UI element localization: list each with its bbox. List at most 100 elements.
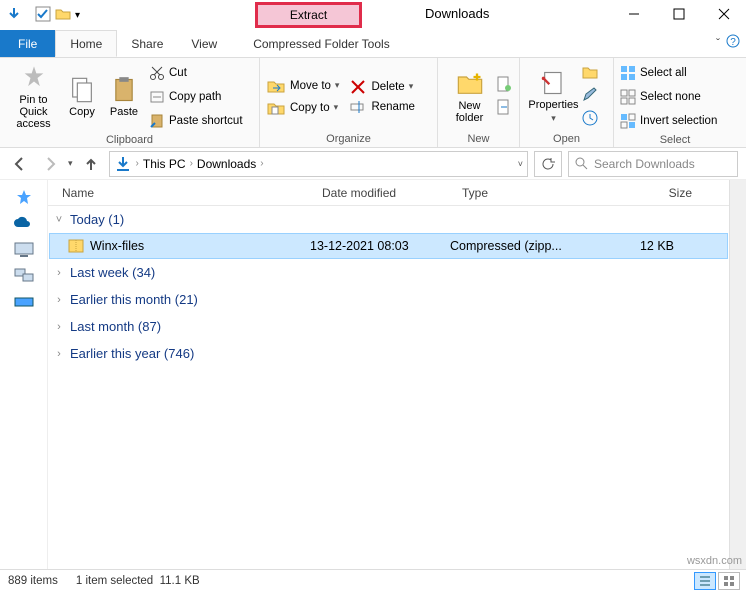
select-none-button[interactable]: Select none: [620, 86, 717, 108]
tab-view[interactable]: View: [177, 30, 231, 57]
forward-button[interactable]: [38, 155, 62, 173]
rename-button[interactable]: Rename: [349, 98, 414, 116]
network-icon[interactable]: [13, 266, 35, 284]
pin-to-quick-access-button[interactable]: Pin to Quick access: [6, 64, 61, 130]
crumb-folder[interactable]: Downloads: [197, 157, 256, 171]
new-item-icon[interactable]: [495, 75, 513, 96]
col-size[interactable]: Size: [612, 186, 692, 200]
pin-label: Pin to Quick access: [6, 94, 61, 130]
properties-button[interactable]: Properties▾: [526, 69, 581, 124]
group-last-month[interactable]: ›Last month (87): [48, 313, 729, 340]
copy-label: Copy: [69, 106, 95, 118]
minimize-button[interactable]: [611, 0, 656, 28]
file-date: 13-12-2021 08:03: [310, 239, 450, 253]
ribbon: Pin to Quick access Copy Paste Cut Copy …: [0, 58, 746, 148]
down-arrow-icon[interactable]: [6, 6, 22, 25]
folder-icon[interactable]: [55, 6, 71, 25]
status-bar: 889 items 1 item selected 11.1 KB: [0, 569, 746, 591]
group-today[interactable]: ˅Today (1): [48, 206, 729, 233]
pasteshortcut-label: Paste shortcut: [169, 115, 243, 127]
easy-access-icon[interactable]: [495, 98, 513, 119]
group-open-label: Open: [526, 131, 607, 145]
quick-access-icon[interactable]: [13, 188, 35, 206]
invert-label: Invert selection: [640, 115, 717, 127]
file-row-selected[interactable]: Winx-files 13-12-2021 08:03 Compressed (…: [49, 233, 728, 259]
recent-dropdown-icon[interactable]: ▾: [68, 158, 73, 169]
copy-path-button[interactable]: Copy path: [149, 86, 243, 108]
copy-button[interactable]: Copy: [61, 76, 103, 118]
refresh-button[interactable]: [534, 151, 562, 177]
maximize-button[interactable]: [656, 0, 701, 28]
downloads-icon: [114, 155, 132, 173]
close-button[interactable]: [701, 0, 746, 28]
rename-label: Rename: [371, 101, 414, 113]
tab-file[interactable]: File: [0, 30, 55, 57]
crumb-dropdown-icon[interactable]: ˅: [518, 159, 523, 169]
ribbon-tabs: File Home Share View Compressed Folder T…: [0, 30, 746, 58]
group-lastweek[interactable]: › Last week (34): [48, 259, 729, 286]
copypath-label: Copy path: [169, 91, 221, 103]
new-folder-button[interactable]: New folder: [444, 70, 495, 124]
search-placeholder: Search Downloads: [594, 157, 695, 171]
group-label: Today (1): [70, 212, 124, 227]
status-item-count: 889 items: [8, 575, 58, 587]
back-button[interactable]: [8, 155, 32, 173]
status-size: 11.1 KB: [160, 575, 200, 587]
open-icon[interactable]: [581, 63, 599, 84]
up-button[interactable]: [79, 155, 103, 173]
group-organize-label: Organize: [266, 131, 431, 145]
help-icon[interactable]: ?: [726, 34, 740, 51]
col-name[interactable]: Name: [62, 186, 322, 200]
onedrive-icon[interactable]: [13, 214, 35, 232]
paste-button[interactable]: Paste: [103, 76, 145, 118]
file-type: Compressed (zipp...: [450, 239, 600, 253]
group-label: Last week (34): [70, 265, 155, 280]
select-all-button[interactable]: Select all: [620, 62, 717, 84]
file-name: Winx-files: [90, 239, 144, 253]
move-to-button[interactable]: Move to▾: [266, 76, 339, 96]
paste-shortcut-button[interactable]: Paste shortcut: [149, 110, 243, 132]
collapse-ribbon-icon[interactable]: ˇ: [716, 36, 720, 50]
copyto-label: Copy to: [290, 102, 330, 114]
newfolder-label: New folder: [444, 100, 495, 124]
search-input[interactable]: Search Downloads: [568, 151, 738, 177]
file-size: 12 KB: [600, 239, 680, 253]
address-bar: ▾ › This PC › Downloads › ˅ Search Downl…: [0, 148, 746, 180]
navigation-pane[interactable]: [0, 180, 48, 569]
status-selected: 1 item selected: [76, 575, 153, 587]
qat-dropdown-icon[interactable]: ▾: [75, 10, 80, 21]
invert-selection-button[interactable]: Invert selection: [620, 110, 717, 132]
crumb-root[interactable]: This PC: [143, 157, 186, 171]
delete-button[interactable]: Delete▾: [349, 78, 414, 96]
extract-contextual-tab[interactable]: Extract: [255, 2, 362, 28]
cut-label: Cut: [169, 67, 187, 79]
edit-icon[interactable]: [581, 86, 599, 107]
details-view-button[interactable]: [694, 572, 716, 590]
col-date[interactable]: Date modified: [322, 186, 462, 200]
breadcrumb[interactable]: › This PC › Downloads › ˅: [109, 151, 528, 177]
group-clipboard-label: Clipboard: [6, 132, 253, 146]
chevron-right-icon: ›: [54, 267, 64, 279]
this-pc-icon[interactable]: [13, 240, 35, 258]
tab-compressed-tools[interactable]: Compressed Folder Tools: [239, 30, 404, 57]
group-earlier-month[interactable]: ›Earlier this month (21): [48, 286, 729, 313]
chevron-right-icon: ›: [54, 348, 64, 360]
checkbox-icon[interactable]: [35, 6, 51, 25]
content: Name Date modified Type Size ˅Today (1) …: [0, 180, 746, 569]
zip-icon: [68, 238, 84, 254]
col-type[interactable]: Type: [462, 186, 612, 200]
group-new-label: New: [444, 131, 513, 145]
large-icons-view-button[interactable]: [718, 572, 740, 590]
drive-icon[interactable]: [13, 292, 35, 310]
selectall-label: Select all: [640, 67, 687, 79]
history-icon[interactable]: [581, 109, 599, 130]
copy-to-button[interactable]: Copy to▾: [266, 98, 339, 118]
vertical-scrollbar[interactable]: [729, 180, 746, 569]
tab-home[interactable]: Home: [55, 30, 117, 57]
chevron-right-icon: ›: [54, 321, 64, 333]
cut-button[interactable]: Cut: [149, 62, 243, 84]
column-headers[interactable]: Name Date modified Type Size: [48, 180, 729, 206]
tab-share[interactable]: Share: [117, 30, 177, 57]
group-earlier-year[interactable]: ›Earlier this year (746): [48, 340, 729, 367]
delete-label: Delete: [371, 81, 404, 93]
